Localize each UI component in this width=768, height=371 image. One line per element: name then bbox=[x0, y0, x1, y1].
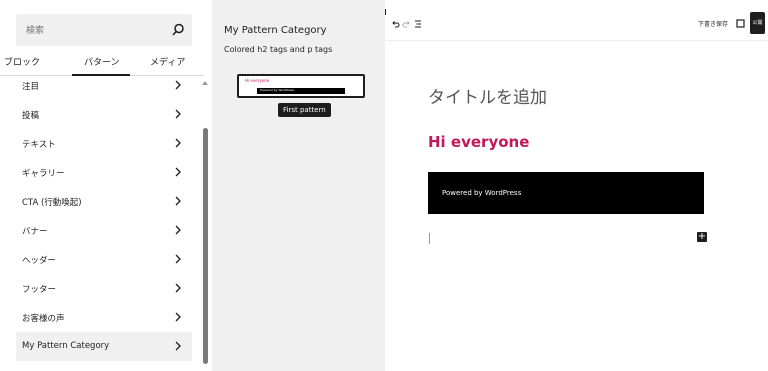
search-input[interactable]: 検索 bbox=[26, 23, 44, 36]
search-box[interactable]: 検索 bbox=[16, 14, 192, 46]
category-item-gallery[interactable]: ギャラリー bbox=[16, 158, 192, 187]
category-label: お客様の声 bbox=[22, 314, 65, 324]
category-item-text[interactable]: テキスト bbox=[16, 129, 192, 158]
undo-icon[interactable] bbox=[390, 19, 400, 29]
empty-paragraph-caret[interactable] bbox=[429, 233, 430, 244]
category-label: テキスト bbox=[22, 140, 56, 150]
category-item-cta[interactable]: CTA (行動喚起) bbox=[16, 187, 192, 216]
category-item-header[interactable]: ヘッダー bbox=[16, 245, 192, 274]
category-label: CTA (行動喚起) bbox=[22, 198, 82, 208]
chevron-right-icon bbox=[175, 283, 181, 293]
editor-canvas: タイトルを追加 Hi everyone Powered by WordPress… bbox=[385, 41, 768, 371]
category-label: 投稿 bbox=[22, 111, 40, 121]
preview-icon[interactable] bbox=[735, 18, 746, 29]
chevron-right-icon bbox=[175, 312, 181, 322]
category-item-featured[interactable]: 注目 bbox=[16, 71, 192, 100]
category-item-testimonials[interactable]: お客様の声 bbox=[16, 303, 192, 332]
search-icon[interactable] bbox=[170, 22, 186, 38]
post-title-input[interactable]: タイトルを追加 bbox=[428, 83, 547, 108]
heading-block[interactable]: Hi everyone bbox=[428, 133, 529, 151]
category-item-posts[interactable]: 投稿 bbox=[16, 100, 192, 129]
chevron-right-icon bbox=[175, 341, 181, 351]
tab-patterns[interactable]: パターン bbox=[84, 55, 120, 68]
category-label: ヘッダー bbox=[22, 256, 57, 266]
publish-button[interactable]: 公開 bbox=[750, 12, 765, 34]
pattern-category-list: 注目 投稿 テキスト ギャラリー CTA (行動喚起) バナー ヘッダー フッタ… bbox=[16, 71, 196, 361]
tab-media[interactable]: メディア bbox=[150, 55, 185, 68]
list-view-icon[interactable] bbox=[413, 19, 423, 29]
pattern-preview-footer-text: Powered by WordPress bbox=[260, 88, 294, 92]
category-label: フッター bbox=[22, 285, 57, 295]
pattern-preview-footer: Powered by WordPress bbox=[257, 88, 345, 94]
chevron-right-icon bbox=[175, 109, 181, 119]
redo-icon[interactable] bbox=[402, 19, 412, 29]
category-label: My Pattern Category bbox=[22, 341, 110, 351]
editor-area: 下書き保存 公開 タイトルを追加 Hi everyone Powered by … bbox=[385, 0, 768, 371]
category-item-my-pattern-category[interactable]: My Pattern Category bbox=[16, 332, 192, 361]
category-label: 注目 bbox=[22, 82, 40, 92]
category-label: ギャラリー bbox=[22, 169, 65, 179]
save-draft-button[interactable]: 下書き保存 bbox=[698, 19, 728, 28]
chevron-right-icon bbox=[175, 80, 181, 90]
pattern-preview-card[interactable]: Hi everyone Powered by WordPress bbox=[237, 74, 365, 98]
pattern-preview-heading: Hi everyone bbox=[245, 78, 270, 83]
pattern-panel-description: Colored h2 tags and p tags bbox=[224, 45, 333, 54]
scroll-up-arrow-icon[interactable] bbox=[202, 80, 208, 86]
category-item-banner[interactable]: バナー bbox=[16, 216, 192, 245]
toolbar-divider bbox=[385, 9, 386, 15]
category-label: バナー bbox=[22, 227, 48, 237]
pattern-preview-panel: My Pattern Category Colored h2 tags and … bbox=[212, 0, 385, 371]
chevron-right-icon bbox=[175, 254, 181, 264]
pattern-tooltip: First pattern bbox=[278, 103, 331, 117]
category-item-footer[interactable]: フッター bbox=[16, 274, 192, 303]
chevron-right-icon bbox=[175, 196, 181, 206]
pattern-panel-title: My Pattern Category bbox=[224, 25, 327, 36]
chevron-right-icon bbox=[175, 138, 181, 148]
editor-toolbar: 下書き保存 公開 bbox=[385, 3, 768, 41]
footer-block[interactable]: Powered by WordPress bbox=[428, 172, 704, 214]
block-inserter-panel: 検索 ブロック パターン メディア 注目 投稿 テキスト ギャラリー CTA (… bbox=[0, 0, 212, 371]
add-block-button[interactable]: + bbox=[697, 232, 707, 242]
scrollbar-thumb[interactable] bbox=[203, 128, 208, 364]
chevron-right-icon bbox=[175, 225, 181, 235]
tab-blocks[interactable]: ブロック bbox=[4, 55, 40, 68]
chevron-right-icon bbox=[175, 167, 181, 177]
footer-text: Powered by WordPress bbox=[442, 189, 522, 197]
